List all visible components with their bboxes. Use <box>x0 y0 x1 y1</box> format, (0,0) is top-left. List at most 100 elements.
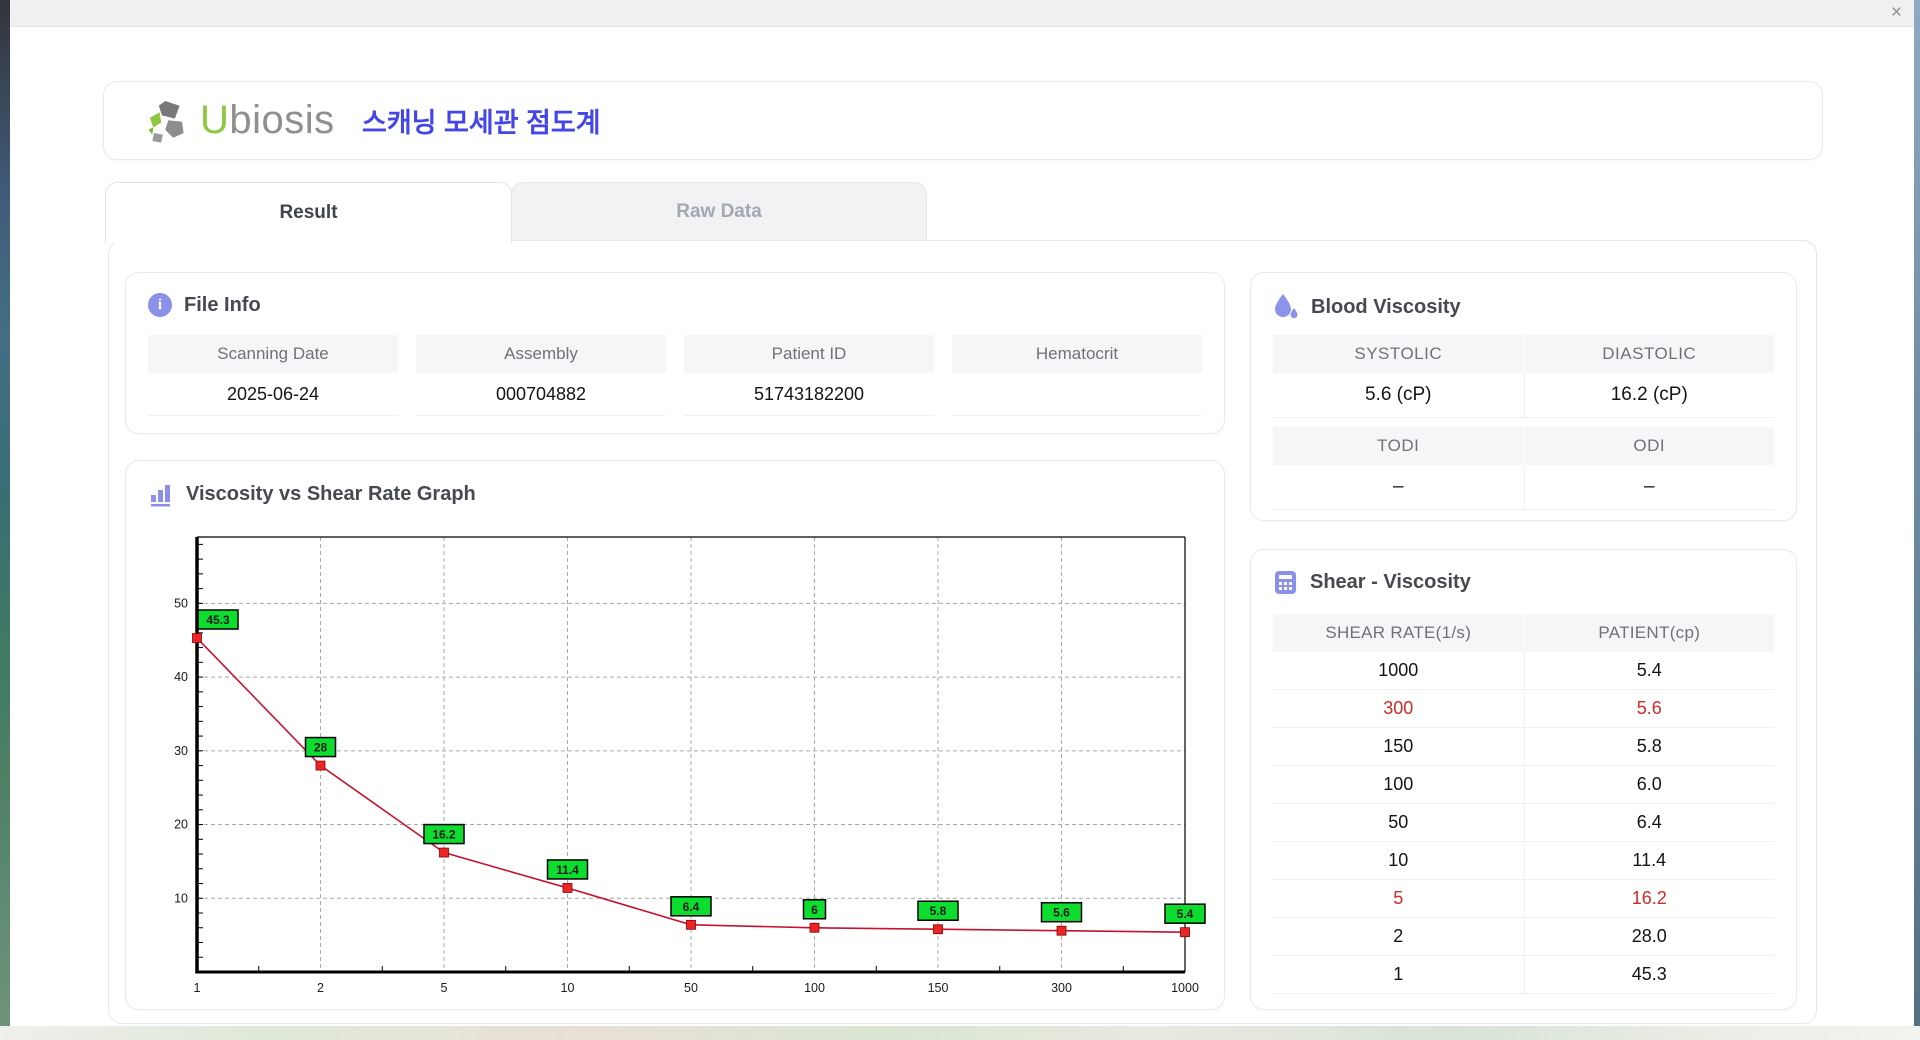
svg-text:11.4: 11.4 <box>556 863 579 877</box>
patient-column-header: PATIENT(cp) <box>1523 614 1774 652</box>
window-titlebar: × <box>10 0 1914 27</box>
tab-result[interactable]: Result <box>105 182 512 243</box>
file-info-field: Patient ID 51743182200 <box>684 335 934 416</box>
blood-metric-value: – <box>1273 465 1524 510</box>
blood-viscosity-todi-group: TODI ODI – – <box>1273 427 1774 510</box>
svg-text:10: 10 <box>174 891 188 905</box>
blood-metric-label: ODI <box>1523 427 1774 465</box>
shear-table-body: 1000 5.4 300 5.6 150 5.8 100 6.0 50 6.4 10 11.4 5 16.… <box>1273 652 1774 994</box>
info-icon: i <box>148 293 172 317</box>
svg-text:100: 100 <box>804 981 825 995</box>
shear-viscosity-heading: Shear - Viscosity <box>1273 570 1796 595</box>
svg-text:28: 28 <box>314 741 328 755</box>
file-info-heading: i File Info <box>148 293 1224 317</box>
field-value: 51743182200 <box>684 373 934 416</box>
svg-text:300: 300 <box>1051 981 1072 995</box>
svg-text:5: 5 <box>441 981 448 995</box>
shear-table-row: 1 45.3 <box>1273 956 1774 994</box>
shear-viscosity-table: SHEAR RATE(1/s) PATIENT(cp) 1000 5.4 300 5.… <box>1273 614 1774 994</box>
field-value: 000704882 <box>416 373 666 416</box>
shear-viscosity-title: Shear - Viscosity <box>1310 571 1471 593</box>
blood-viscosity-systolic-group: SYSTOLIC DIASTOLIC 5.6 (cP) 16.2 (cP) <box>1273 335 1774 418</box>
shear-table-row: 10 11.4 <box>1273 842 1774 880</box>
logo-text: Ubiosis <box>200 98 335 143</box>
svg-text:20: 20 <box>174 818 188 832</box>
blood-drop-icon <box>1275 294 1298 319</box>
field-label: Hematocrit <box>952 335 1202 373</box>
patient-viscosity-value: 45.3 <box>1523 956 1774 994</box>
desktop-wallpaper-right <box>1914 0 1920 1040</box>
close-icon[interactable]: × <box>1891 0 1902 26</box>
field-value: 2025-06-24 <box>148 373 398 416</box>
file-info-field: Scanning Date 2025-06-24 <box>148 335 398 416</box>
svg-text:1: 1 <box>194 981 201 995</box>
svg-text:16.2: 16.2 <box>432 828 456 842</box>
svg-text:6.4: 6.4 <box>683 900 700 914</box>
desktop-wallpaper-bottom <box>0 1026 1920 1040</box>
shear-table-row: 1000 5.4 <box>1273 652 1774 690</box>
blood-metric-label: TODI <box>1273 427 1524 465</box>
shear-table-row: 5 16.2 <box>1273 880 1774 918</box>
shear-rate-value: 1000 <box>1273 652 1524 690</box>
shear-rate-column-header: SHEAR RATE(1/s) <box>1273 614 1524 652</box>
svg-text:5.8: 5.8 <box>930 904 947 918</box>
blood-viscosity-heading: Blood Viscosity <box>1273 293 1796 321</box>
patient-viscosity-value: 5.6 <box>1523 690 1774 728</box>
shear-table-header: SHEAR RATE(1/s) PATIENT(cp) <box>1273 614 1774 652</box>
field-label: Assembly <box>416 335 666 373</box>
blood-viscosity-title: Blood Viscosity <box>1311 295 1461 318</box>
patient-viscosity-value: 28.0 <box>1523 918 1774 956</box>
shear-table-row: 50 6.4 <box>1273 804 1774 842</box>
svg-text:6: 6 <box>811 903 818 917</box>
header-card: Ubiosis 스캐닝 모세관 점도계 <box>103 81 1823 160</box>
patient-viscosity-value: 5.4 <box>1523 652 1774 690</box>
patient-viscosity-value: 11.4 <box>1523 842 1774 880</box>
shear-table-row: 2 28.0 <box>1273 918 1774 956</box>
field-label: Scanning Date <box>148 335 398 373</box>
app-title: 스캐닝 모세관 점도계 <box>362 108 601 138</box>
blood-metric-value: 5.6 (cP) <box>1273 373 1524 418</box>
shear-rate-value: 10 <box>1273 842 1524 880</box>
svg-text:150: 150 <box>928 981 949 995</box>
file-info-card: i File Info Scanning Date 2025-06-24 Assem… <box>125 272 1225 434</box>
shear-rate-value: 2 <box>1273 918 1524 956</box>
svg-text:50: 50 <box>684 981 698 995</box>
svg-text:45.3: 45.3 <box>206 613 230 627</box>
blood-metric-value: – <box>1523 465 1774 510</box>
logo-letter-u: U <box>200 98 230 142</box>
patient-viscosity-value: 16.2 <box>1523 880 1774 918</box>
shear-rate-value: 300 <box>1273 690 1524 728</box>
ubiosis-logo: Ubiosis <box>146 82 335 159</box>
calculator-icon <box>1275 571 1296 594</box>
ubiosis-leaf-icon <box>148 100 184 143</box>
svg-text:50: 50 <box>174 596 188 610</box>
file-info-field: Hematocrit <box>952 335 1202 416</box>
tab-raw-data[interactable]: Raw Data <box>511 182 927 240</box>
field-value <box>952 373 1202 416</box>
patient-viscosity-value: 5.8 <box>1523 728 1774 766</box>
svg-text:40: 40 <box>174 670 188 684</box>
svg-text:1000: 1000 <box>1171 981 1199 995</box>
field-label: Patient ID <box>684 335 934 373</box>
viscometer-app-window: × Ubiosis 스캐닝 모세관 점도계 Result Raw Data i … <box>0 0 1920 1040</box>
blood-viscosity-card: Blood Viscosity SYSTOLIC DIASTOLIC 5.6 (cP… <box>1250 272 1797 521</box>
shear-rate-value: 5 <box>1273 880 1524 918</box>
graph-heading: Viscosity vs Shear Rate Graph <box>148 481 1224 507</box>
patient-viscosity-value: 6.0 <box>1523 766 1774 804</box>
file-info-field: Assembly 000704882 <box>416 335 666 416</box>
blood-metric-label: DIASTOLIC <box>1523 335 1774 373</box>
svg-text:5.4: 5.4 <box>1177 907 1194 921</box>
shear-table-row: 300 5.6 <box>1273 690 1774 728</box>
shear-viscosity-card: Shear - Viscosity SHEAR RATE(1/s) PATIEN… <box>1250 549 1797 1010</box>
bar-chart-icon <box>151 485 170 507</box>
svg-text:30: 30 <box>174 744 188 758</box>
blood-metric-value: 16.2 (cP) <box>1523 373 1774 418</box>
viscosity-shear-rate-chart: 10 20 30 40 50 1 2 5 10 50 100 150 300 1000 45.3 28 16.2… <box>174 536 1206 995</box>
logo-rest: biosis <box>229 98 335 142</box>
svg-text:10: 10 <box>561 981 575 995</box>
shear-rate-value: 1 <box>1273 956 1524 994</box>
svg-text:5.6: 5.6 <box>1053 906 1070 920</box>
graph-title: Viscosity vs Shear Rate Graph <box>186 482 476 505</box>
file-info-fields: Scanning Date 2025-06-24 Assembly 000704882… <box>148 335 1202 416</box>
patient-viscosity-value: 6.4 <box>1523 804 1774 842</box>
